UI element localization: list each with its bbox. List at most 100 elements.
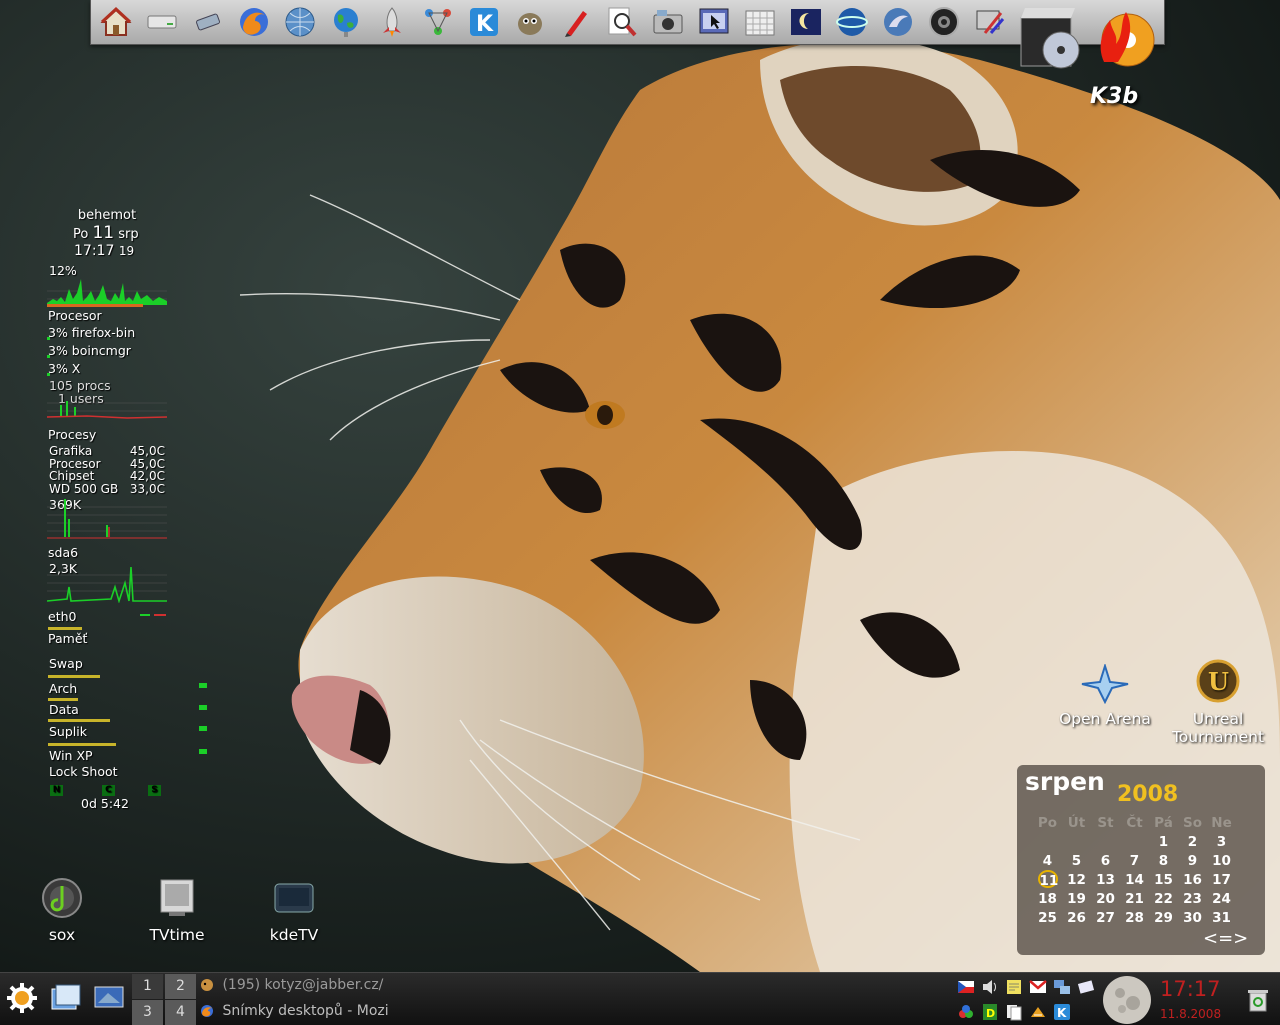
calendar-day[interactable]: 12 bbox=[1062, 870, 1091, 889]
pen-icon[interactable] bbox=[555, 2, 597, 42]
trash-icon[interactable] bbox=[1246, 987, 1270, 1013]
calendar-day[interactable]: 24 bbox=[1207, 889, 1236, 908]
kde-icon[interactable]: K bbox=[463, 2, 505, 42]
taskbar-clock-date[interactable]: 11.8.2008 bbox=[1160, 1007, 1221, 1021]
camera-icon[interactable] bbox=[647, 2, 689, 42]
pager-desktop-2[interactable]: 2 bbox=[165, 974, 196, 999]
torrent-icon[interactable] bbox=[1029, 1003, 1047, 1021]
firefox-icon[interactable] bbox=[233, 2, 275, 42]
desktop-icon-unreal[interactable]: U Unreal Tournament bbox=[1168, 658, 1268, 746]
calendar-day[interactable] bbox=[1033, 832, 1062, 851]
calendar-day[interactable]: 30 bbox=[1178, 908, 1207, 927]
calendar-day[interactable]: 21 bbox=[1120, 889, 1149, 908]
calendar-day[interactable]: 15 bbox=[1149, 870, 1178, 889]
calendar-day[interactable] bbox=[1062, 832, 1091, 851]
show-desktop-icon[interactable] bbox=[92, 981, 126, 1015]
sensor-value: 42,0C bbox=[129, 469, 165, 483]
rocket-icon[interactable] bbox=[371, 2, 413, 42]
calendar-day[interactable]: 20 bbox=[1091, 889, 1120, 908]
kde-menu-icon[interactable] bbox=[5, 981, 39, 1015]
calendar-day[interactable]: 5 bbox=[1062, 851, 1091, 870]
calendar-day[interactable]: 19 bbox=[1062, 889, 1091, 908]
moon-icon[interactable] bbox=[785, 2, 827, 42]
disc-icon[interactable] bbox=[923, 2, 965, 42]
clipboard-icon[interactable] bbox=[1005, 1003, 1023, 1021]
mount-arch-led bbox=[199, 683, 207, 688]
calendar-day[interactable]: 2 bbox=[1178, 832, 1207, 851]
search-icon[interactable] bbox=[601, 2, 643, 42]
calendar-day[interactable]: 1 bbox=[1149, 832, 1178, 851]
calendar-nav-arrows[interactable]: <=> bbox=[1203, 928, 1248, 949]
mail-icon[interactable] bbox=[1077, 978, 1095, 996]
moon-phase-icon[interactable] bbox=[1102, 975, 1152, 1025]
calendar-day[interactable]: 8 bbox=[1149, 851, 1178, 870]
media-player-icon[interactable] bbox=[1015, 4, 1085, 74]
keyboard-layout-cz-icon[interactable] bbox=[957, 978, 975, 996]
network-monitor-icon[interactable] bbox=[1053, 978, 1071, 996]
tvtime-icon bbox=[160, 879, 194, 916]
taskbar-clock-time[interactable]: 17:17 bbox=[1160, 977, 1221, 1001]
task-firefox[interactable]: Snímky desktopů - Mozi bbox=[200, 999, 395, 1024]
usb-icon[interactable] bbox=[187, 2, 229, 42]
k3b-icon[interactable] bbox=[1090, 4, 1160, 74]
notes-icon[interactable] bbox=[1005, 978, 1023, 996]
pager-desktop-1[interactable]: 1 bbox=[132, 974, 163, 999]
file-manager-icon[interactable] bbox=[48, 981, 82, 1015]
calendar-day[interactable]: 7 bbox=[1120, 851, 1149, 870]
volume-icon[interactable] bbox=[981, 978, 999, 996]
network-icon[interactable] bbox=[417, 2, 459, 42]
desktop-icon-tvtime[interactable]: TVtime bbox=[127, 876, 227, 944]
process-bar-2 bbox=[47, 355, 50, 358]
task-jabber[interactable]: (195) kotyz@jabber.cz/ bbox=[200, 973, 395, 998]
globe-icon[interactable] bbox=[279, 2, 321, 42]
calendar-day[interactable] bbox=[1120, 832, 1149, 851]
weekday-label: St bbox=[1097, 814, 1114, 831]
desktop-icon-open-arena[interactable]: Open Arena bbox=[1055, 664, 1155, 728]
stellarium-icon[interactable] bbox=[831, 2, 873, 42]
mount-data-bar bbox=[48, 719, 110, 722]
calendar-day[interactable]: 16 bbox=[1178, 870, 1207, 889]
desktop-icon-kdetv[interactable]: kdeTV bbox=[244, 876, 344, 944]
desktop-icon-sox[interactable]: sox bbox=[12, 876, 112, 944]
pager-desktop-3[interactable]: 3 bbox=[132, 1000, 163, 1025]
procs-graph bbox=[47, 401, 167, 419]
calendar-day[interactable]: 22 bbox=[1149, 889, 1178, 908]
gimp-icon[interactable] bbox=[509, 2, 551, 42]
calendar-day[interactable]: 17 bbox=[1207, 870, 1236, 889]
calendar-day[interactable]: 3 bbox=[1207, 832, 1236, 851]
screenshot-icon[interactable] bbox=[693, 2, 735, 42]
dolphin-icon[interactable] bbox=[877, 2, 919, 42]
clusters-icon[interactable] bbox=[957, 1003, 975, 1021]
calendar-day[interactable]: 31 bbox=[1207, 908, 1236, 927]
home-icon[interactable] bbox=[95, 2, 137, 42]
calendar-day[interactable]: 4 bbox=[1033, 851, 1062, 870]
calendar-day[interactable]: 26 bbox=[1062, 908, 1091, 927]
calendar-day[interactable]: 27 bbox=[1091, 908, 1120, 927]
calendar-icon[interactable] bbox=[739, 2, 781, 42]
shoot-button[interactable]: Shoot bbox=[82, 764, 118, 779]
earth-icon[interactable] bbox=[325, 2, 367, 42]
pager-desktop-4[interactable]: 4 bbox=[165, 1000, 196, 1025]
scrolllock-indicator: S bbox=[147, 785, 161, 796]
calendar-day[interactable]: 29 bbox=[1149, 908, 1178, 927]
downloader-icon[interactable]: D bbox=[981, 1003, 999, 1021]
gmail-icon[interactable] bbox=[1029, 978, 1047, 996]
lock-button[interactable]: Lock bbox=[49, 764, 78, 779]
calendar-day[interactable] bbox=[1091, 832, 1120, 851]
calendar-day[interactable]: 14 bbox=[1120, 870, 1149, 889]
calendar-day[interactable]: 25 bbox=[1033, 908, 1062, 927]
calendar-weekday-row: Po Út St Čt Pá So Ne bbox=[1033, 813, 1236, 832]
calendar-day[interactable]: 23 bbox=[1178, 889, 1207, 908]
calendar-day[interactable]: 28 bbox=[1120, 908, 1149, 927]
calendar-day[interactable]: 10 bbox=[1207, 851, 1236, 870]
calendar-day[interactable]: 18 bbox=[1033, 889, 1062, 908]
kde-updater-icon[interactable]: K bbox=[1053, 1003, 1071, 1021]
film-tools-icon[interactable] bbox=[969, 2, 1011, 42]
calendar-day[interactable]: 6 bbox=[1091, 851, 1120, 870]
drive-icon[interactable] bbox=[141, 2, 183, 42]
calendar-day[interactable]: 13 bbox=[1091, 870, 1120, 889]
weekday-label: Út bbox=[1067, 814, 1086, 831]
calendar-day[interactable]: 9 bbox=[1178, 851, 1207, 870]
k3b-label[interactable]: K3b bbox=[1090, 84, 1138, 109]
calendar-day-today[interactable]: 11 bbox=[1033, 870, 1062, 889]
